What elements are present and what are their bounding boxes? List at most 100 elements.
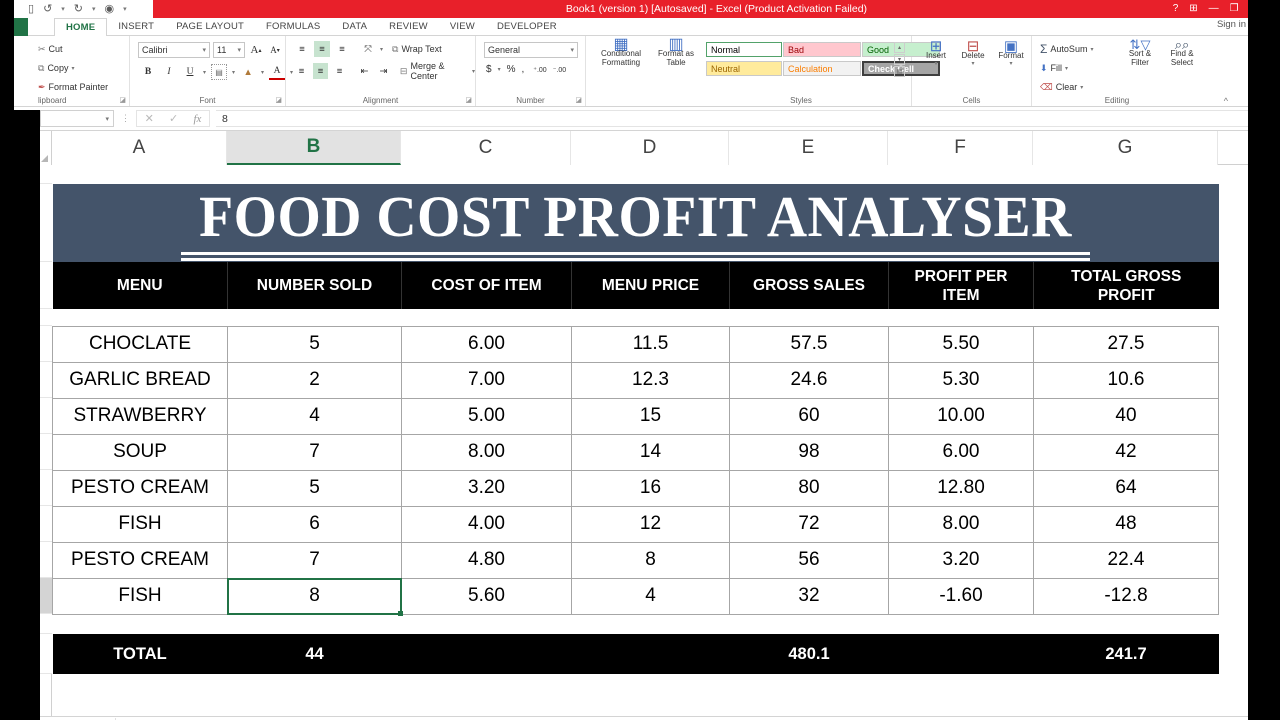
total-number-sold[interactable]: 44 — [228, 634, 402, 674]
tab-home[interactable]: HOME — [54, 18, 107, 36]
number-format-select[interactable]: General ▾ — [484, 42, 578, 58]
tab-review[interactable]: REVIEW — [378, 18, 439, 36]
cell-c4[interactable] — [402, 309, 572, 326]
cell-menu-7[interactable]: PESTO CREAM — [53, 542, 228, 578]
cell-g13[interactable] — [1034, 614, 1219, 634]
cell-number-sold-6[interactable]: 6 — [228, 506, 402, 542]
comma-style-icon[interactable]: , — [521, 64, 524, 75]
cell-cost-7[interactable]: 4.80 — [402, 542, 572, 578]
merge-center-button[interactable]: ⊟ Merge & Center ▾ — [400, 63, 475, 79]
tab-data[interactable]: DATA — [331, 18, 378, 36]
cell-gross-sales-4[interactable]: 98 — [730, 434, 889, 470]
tab-view[interactable]: VIEW — [439, 18, 486, 36]
cell-gross-sales-5[interactable]: 80 — [730, 470, 889, 506]
cell-a4[interactable] — [53, 309, 228, 326]
restore-icon[interactable]: ❐ — [1230, 0, 1239, 18]
table-header-total-gross-profit[interactable]: TOTAL GROSS PROFIT — [1034, 262, 1219, 309]
touch-mode-icon[interactable]: ◉ — [105, 1, 115, 17]
cell-number-sold-1[interactable]: 5 — [228, 326, 402, 362]
table-header-profit-per-item[interactable]: PROFIT PER ITEM — [889, 262, 1034, 309]
align-middle-icon[interactable]: ≡ — [314, 41, 330, 57]
column-header-g[interactable]: G — [1033, 131, 1218, 165]
format-cells-button[interactable]: ▣ Format ▾ — [994, 42, 1028, 69]
font-size-input[interactable]: 11 ▾ — [213, 42, 245, 58]
cell-style-neutral[interactable]: Neutral — [706, 61, 782, 76]
collapse-ribbon-icon[interactable]: ^ — [1224, 96, 1228, 106]
decrease-indent-icon[interactable]: ⇤ — [357, 63, 372, 79]
cell-gross-sales-2[interactable]: 24.6 — [730, 362, 889, 398]
column-header-a[interactable]: A — [52, 131, 227, 165]
column-header-b[interactable]: B — [227, 131, 401, 165]
fill-button[interactable]: ⬇ Fill ▾ — [1040, 60, 1093, 76]
cell-profit-item-4[interactable]: 6.00 — [889, 434, 1034, 470]
format-as-table-button[interactable]: ▥ Format as Table — [652, 40, 700, 67]
cell-total-profit-6[interactable]: 48 — [1034, 506, 1219, 542]
cell-c13[interactable] — [402, 614, 572, 634]
find-select-button[interactable]: ⌕⌕ Find & Select — [1162, 40, 1202, 67]
format-painter-button[interactable]: ✒ Format Painter — [38, 79, 108, 95]
cell-gross-sales-3[interactable]: 60 — [730, 398, 889, 434]
redo-icon[interactable]: ↻ — [74, 1, 83, 17]
cell-d1[interactable] — [572, 165, 730, 184]
cell-number-sold-5[interactable]: 5 — [228, 470, 402, 506]
table-header-cost-of-item[interactable]: COST OF ITEM — [402, 262, 572, 309]
cell-e1[interactable] — [730, 165, 889, 184]
cell-total-profit-1[interactable]: 27.5 — [1034, 326, 1219, 362]
total-profit-per-item[interactable] — [889, 634, 1034, 674]
alignment-dialog-launcher-icon[interactable]: ◪ — [465, 96, 472, 104]
tab-page-layout[interactable]: PAGE LAYOUT — [165, 18, 255, 36]
table-header-gross-sales[interactable]: GROSS SALES — [730, 262, 889, 309]
cell-f4[interactable] — [889, 309, 1034, 326]
cell-cost-6[interactable]: 4.00 — [402, 506, 572, 542]
cell-a1[interactable] — [53, 165, 228, 184]
cell-price-6[interactable]: 12 — [572, 506, 730, 542]
styles-more-icon[interactable]: ▤ — [894, 66, 905, 77]
tab-developer[interactable]: DEVELOPER — [486, 18, 568, 36]
cell-total-profit-3[interactable]: 40 — [1034, 398, 1219, 434]
cell-b4[interactable] — [228, 309, 402, 326]
minimize-icon[interactable]: — — [1209, 0, 1219, 18]
file-tab[interactable] — [14, 18, 28, 36]
cell-g1[interactable] — [1034, 165, 1219, 184]
cell-menu-1[interactable]: CHOCLATE — [53, 326, 228, 362]
cell-d13[interactable] — [572, 614, 730, 634]
clear-button[interactable]: ⌫ Clear ▾ — [1040, 79, 1093, 95]
cut-button[interactable]: ✂ Cut — [38, 41, 108, 57]
decrease-decimal-icon[interactable]: ⁻.00 — [553, 66, 566, 74]
percent-style-icon[interactable]: % — [507, 64, 516, 75]
cell-cost-1[interactable]: 6.00 — [402, 326, 572, 362]
autosum-button[interactable]: Σ AutoSum ▾ — [1040, 41, 1093, 57]
table-header-menu-price[interactable]: MENU PRICE — [572, 262, 730, 309]
customize-qat-icon[interactable]: ▾ — [123, 5, 127, 13]
cell-cost-3[interactable]: 5.00 — [402, 398, 572, 434]
cell-c1[interactable] — [402, 165, 572, 184]
cell-price-2[interactable]: 12.3 — [572, 362, 730, 398]
cell-gross-sales-8[interactable]: 32 — [730, 578, 889, 614]
cell-profit-item-6[interactable]: 8.00 — [889, 506, 1034, 542]
total-cost-of-item[interactable] — [402, 634, 572, 674]
copy-button[interactable]: ⧉ Copy ▾ — [38, 60, 108, 76]
name-box-dropdown-icon[interactable]: ▾ — [105, 115, 113, 123]
quick-access-toolbar[interactable]: ▯ ↺ ▾ ↻ ▾ ◉ ▾ — [28, 1, 127, 17]
save-icon[interactable]: ▯ — [28, 1, 34, 17]
accounting-dropdown-icon[interactable]: ▾ — [498, 66, 501, 73]
cell-cost-2[interactable]: 7.00 — [402, 362, 572, 398]
cell-price-4[interactable]: 14 — [572, 434, 730, 470]
cell-f1[interactable] — [889, 165, 1034, 184]
undo-dropdown-icon[interactable]: ▾ — [61, 5, 65, 13]
cell-price-8[interactable]: 4 — [572, 578, 730, 614]
cell-number-sold-4[interactable]: 7 — [228, 434, 402, 470]
sheet-title-banner[interactable]: FOOD COST PROFIT ANALYSER — [53, 184, 1219, 262]
borders-icon[interactable]: ▤ — [211, 64, 227, 80]
tab-insert[interactable]: INSERT — [107, 18, 165, 36]
ribbon-display-options-icon[interactable]: ⊞ — [1189, 0, 1197, 18]
shrink-font-icon[interactable]: A▾ — [267, 42, 283, 58]
cell-profit-item-3[interactable]: 10.00 — [889, 398, 1034, 434]
total-total-gross-profit[interactable]: 241.7 — [1034, 634, 1219, 674]
align-right-icon[interactable]: ≡ — [332, 63, 347, 79]
cell-menu-4[interactable]: SOUP — [53, 434, 228, 470]
cell-price-3[interactable]: 15 — [572, 398, 730, 434]
cell-menu-6[interactable]: FISH — [53, 506, 228, 542]
cell-menu-8[interactable]: FISH — [53, 578, 228, 614]
font-dialog-launcher-icon[interactable]: ◪ — [275, 96, 282, 104]
